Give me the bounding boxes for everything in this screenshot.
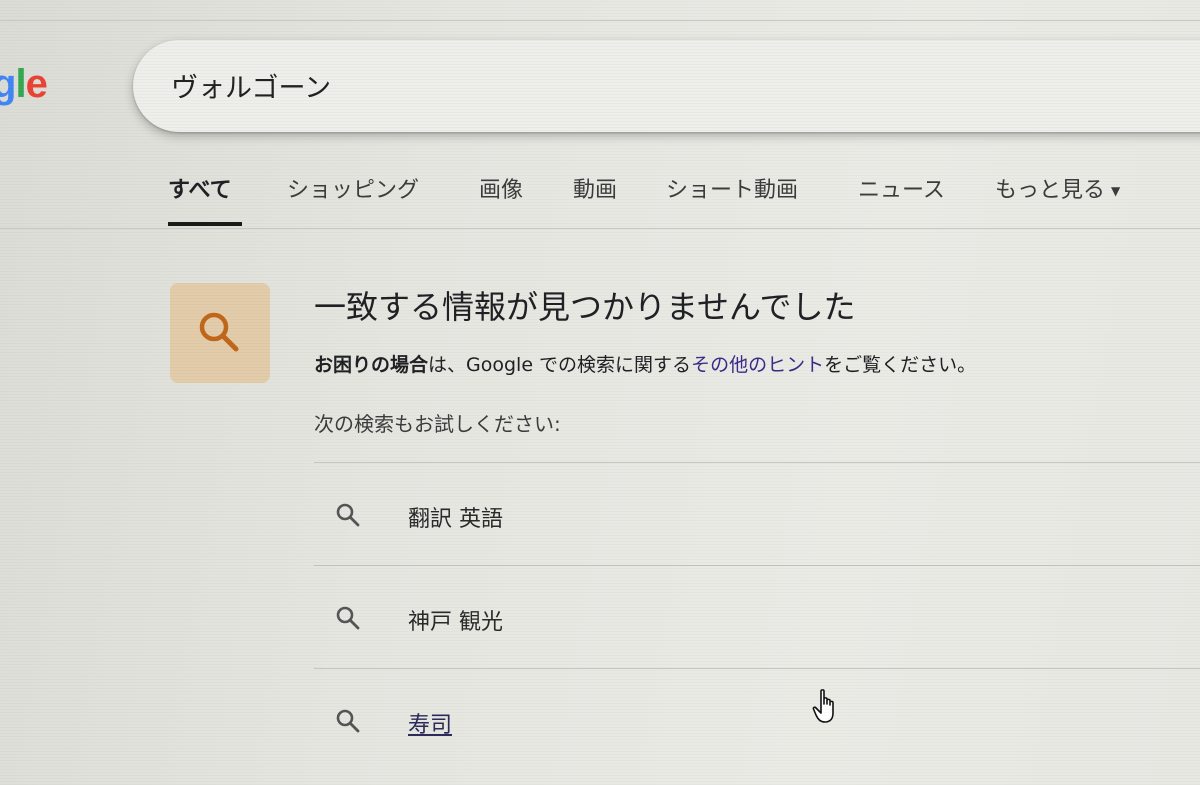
suggestion-item[interactable]: 神戸 観光 xyxy=(314,565,1200,668)
suggestion-text[interactable]: 寿司 xyxy=(408,707,452,739)
suggestion-list: 翻訳 英語 神戸 観光 寿司 xyxy=(314,462,1200,771)
search-box[interactable]: ヴォルゴーン xyxy=(133,40,1200,132)
help-bold-text: お困りの場合 xyxy=(314,354,429,376)
tab-images[interactable]: 画像 xyxy=(479,172,523,204)
help-text-2: をご覧ください。 xyxy=(824,354,977,376)
search-icon xyxy=(199,312,239,352)
chevron-down-icon: ▼ xyxy=(1111,184,1121,198)
logo-letter-g: g xyxy=(0,62,16,106)
top-divider xyxy=(0,20,1200,21)
browser-viewport: gle ヴォルゴーン すべて ショッピング 画像 動画 ショート動画 ニュース … xyxy=(0,0,1200,785)
suggestion-text[interactable]: 翻訳 英語 xyxy=(408,501,503,533)
help-message: お困りの場合は、Google での検索に関するその他のヒントをご覧ください。 xyxy=(314,350,976,377)
tab-shopping[interactable]: ショッピング xyxy=(287,172,419,204)
no-results-title: 一致する情報が見つかりませんでした xyxy=(314,288,856,326)
search-icon xyxy=(336,709,360,733)
google-logo[interactable]: gle xyxy=(0,62,48,107)
tab-more-label: もっと見る xyxy=(995,178,1106,203)
search-icon xyxy=(336,606,360,630)
search-input[interactable]: ヴォルゴーン xyxy=(171,66,331,105)
logo-letter-l: l xyxy=(15,62,26,106)
hand-pointer-icon xyxy=(812,689,834,723)
tab-short-videos[interactable]: ショート動画 xyxy=(666,172,798,204)
suggestion-item[interactable]: 翻訳 英語 xyxy=(314,462,1200,565)
tabs-divider xyxy=(0,228,1200,229)
tab-all[interactable]: すべて xyxy=(168,172,232,204)
suggestion-text[interactable]: 神戸 観光 xyxy=(408,604,503,636)
try-suggestions-label: 次の検索もお試しください: xyxy=(314,412,561,436)
help-text-1: は、Google での検索に関する xyxy=(428,354,692,376)
tab-videos[interactable]: 動画 xyxy=(573,172,617,204)
logo-letter-e: e xyxy=(25,62,48,106)
suggestion-item[interactable]: 寿司 xyxy=(314,668,1200,771)
active-tab-indicator xyxy=(168,222,242,226)
tab-news[interactable]: ニュース xyxy=(858,172,945,204)
search-icon xyxy=(336,503,360,527)
tab-more[interactable]: もっと見る ▼ xyxy=(995,172,1120,204)
search-tips-link[interactable]: その他のヒント xyxy=(691,354,824,376)
no-results-badge xyxy=(170,283,270,383)
